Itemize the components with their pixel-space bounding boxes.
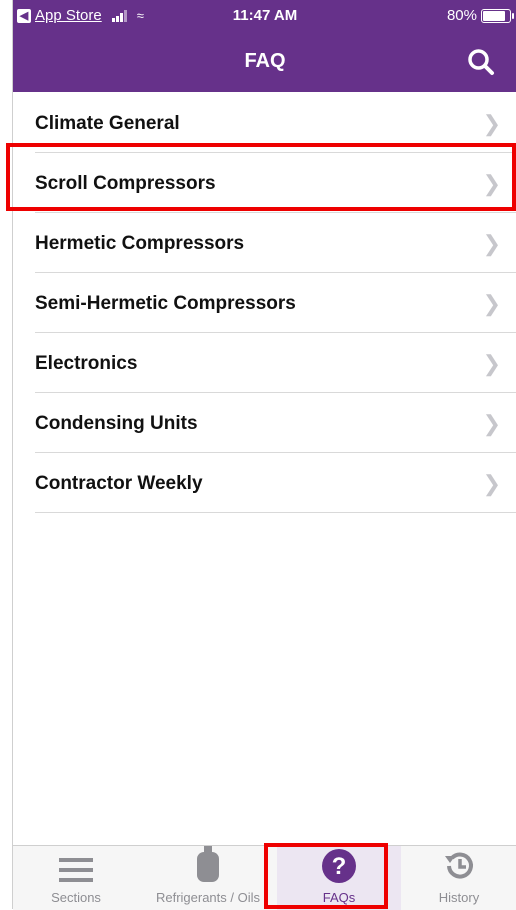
history-icon [401,846,516,884]
list-item[interactable]: Condensing Units ❯ [35,393,516,453]
list-item-label: Condensing Units [35,413,198,434]
list-item-label: Electronics [35,353,138,374]
menu-icon [13,846,139,884]
list-item[interactable]: Semi-Hermetic Compressors ❯ [35,273,516,333]
status-bar: ◀ App Store ≈ 11:47 AM 80% [13,0,516,32]
list-item[interactable]: Contractor Weekly ❯ [35,453,516,513]
chevron-right-icon: ❯ [482,231,501,256]
search-icon[interactable] [467,48,495,76]
chevron-right-icon: ❯ [482,471,501,496]
tab-label: Refrigerants / Oils [155,890,261,905]
page-title: FAQ [244,50,286,72]
chevron-right-icon: ❯ [482,411,501,436]
tab-sections[interactable]: Sections [13,846,139,910]
tab-label: History [438,890,480,905]
tab-refrigerants[interactable]: Refrigerants / Oils [139,846,277,910]
list-item-label: Hermetic Compressors [35,233,245,254]
chevron-right-icon: ❯ [482,291,501,316]
battery-percent: 80% [446,7,477,24]
status-right: 80% [446,7,514,24]
app-frame: ◀ App Store ≈ 11:47 AM 80% FAQ Climate G… [12,0,516,910]
list-item-label: Contractor Weekly [35,473,203,494]
list-item-label: Semi-Hermetic Compressors [35,293,296,314]
cylinder-icon [139,846,277,884]
list-item[interactable]: Electronics ❯ [35,333,516,393]
tab-history[interactable]: History [401,846,516,910]
tab-label: Sections [51,890,101,905]
highlight-box-faqs-tab [264,843,388,909]
list-item[interactable]: Hermetic Compressors ❯ [35,213,516,273]
list-item-label: Climate General [35,113,180,134]
chevron-right-icon: ❯ [482,111,501,136]
nav-bar: FAQ [13,32,516,92]
status-time: 11:47 AM [232,7,298,24]
chevron-right-icon: ❯ [482,351,501,376]
highlight-box-scroll-compressors [6,143,516,211]
battery-icon [481,8,514,23]
